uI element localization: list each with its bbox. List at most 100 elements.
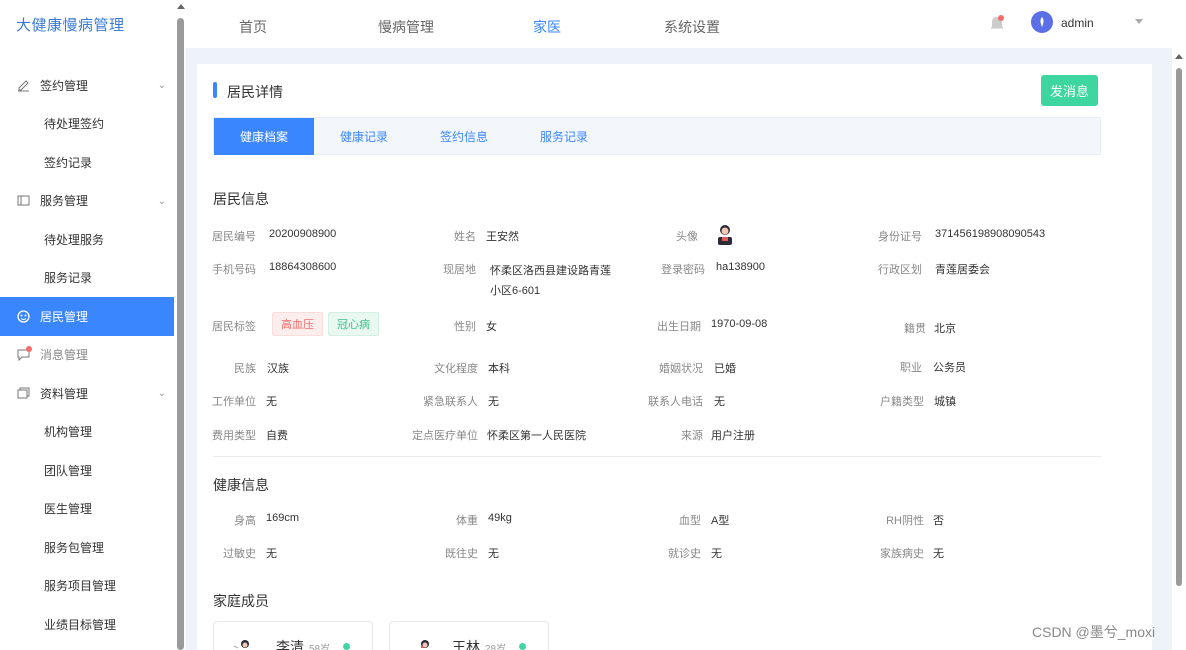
sidebar-scrollbar-thumb[interactable]	[177, 18, 184, 650]
title-accent-bar	[213, 82, 217, 98]
label-allergy: 过敏史	[223, 548, 256, 560]
value-phone: 18864308600	[269, 261, 337, 273]
label-weight: 体重	[456, 515, 478, 527]
member-avatar	[416, 636, 438, 650]
sidebar-item-label: 资料管理	[40, 386, 89, 401]
section-title-family: 家庭成员	[213, 593, 269, 609]
sidebar-item-data-management[interactable]: 资料管理 ⌄	[0, 374, 174, 413]
label-phone: 手机号码	[212, 264, 256, 276]
brand-title: 大健康慢病管理	[16, 17, 125, 34]
sidebar-item-label: 服务包管理	[44, 540, 105, 555]
value-hospital: 怀柔区第一人民医院	[487, 430, 586, 442]
label-edu: 文化程度	[434, 363, 478, 375]
section-title-health: 健康信息	[213, 477, 269, 493]
caret-down-icon[interactable]	[1135, 19, 1143, 24]
username[interactable]: admin	[1061, 16, 1094, 30]
value-household: 城镇	[934, 396, 956, 408]
edit-icon	[16, 78, 30, 92]
value-address-line2: 小区6-601	[490, 285, 541, 297]
resident-icon	[16, 309, 30, 323]
value-marital: 已婚	[714, 363, 736, 375]
family-member-card[interactable]: 李清 58岁	[213, 621, 373, 650]
sidebar-item-service-package[interactable]: 服务包管理	[0, 528, 174, 567]
value-blood: A型	[711, 515, 730, 527]
label-job: 职业	[900, 362, 922, 374]
sidebar-item-sign-management[interactable]: 签约管理 ⌄	[0, 66, 174, 105]
value-name: 王安然	[486, 231, 519, 243]
label-height: 身高	[234, 515, 256, 527]
sidebar-item-label: 待处理签约	[44, 117, 105, 132]
status-dot	[519, 643, 526, 650]
value-native: 北京	[934, 323, 956, 335]
value-idcard: 371456198908090543	[935, 228, 1046, 240]
value-fee: 自费	[266, 430, 288, 442]
chevron-down-icon: ⌄	[157, 388, 166, 400]
sidebar-item-label: 消息管理	[40, 348, 89, 363]
member-avatar	[232, 636, 254, 650]
value-family-history: 无	[933, 548, 944, 560]
scroll-up-icon[interactable]	[177, 4, 185, 9]
section-divider	[213, 456, 1101, 457]
sidebar: 大健康慢病管理 签约管理 ⌄ 待处理签约 签约记录 服务管理 ⌄ 待处理服务 服…	[0, 0, 174, 650]
tab-service-records[interactable]: 服务记录	[514, 118, 614, 155]
label-fee: 费用类型	[212, 430, 256, 442]
resident-avatar-image	[713, 222, 737, 246]
label-emergency: 紧急联系人	[423, 396, 478, 408]
sidebar-item-team[interactable]: 团队管理	[0, 451, 174, 490]
nav-chronic[interactable]: 慢病管理	[378, 17, 434, 37]
avatar[interactable]	[1031, 11, 1053, 33]
label-district: 行政区划	[878, 264, 922, 276]
sidebar-item-label: 待处理服务	[44, 232, 105, 247]
label-address: 现居地	[443, 264, 476, 276]
label-contact-phone: 联系人电话	[648, 396, 703, 408]
label-marital: 婚姻状况	[659, 363, 703, 375]
label-ethnic: 民族	[234, 363, 256, 375]
sidebar-item-message-management[interactable]: 消息管理	[0, 336, 174, 375]
tab-health-archive[interactable]: 健康档案	[214, 118, 314, 155]
sidebar-item-service-management[interactable]: 服务管理 ⌄	[0, 182, 174, 221]
sidebar-item-label: 服务记录	[44, 271, 93, 286]
sidebar-item-service-item[interactable]: 服务项目管理	[0, 567, 174, 606]
label-blood: 血型	[679, 515, 701, 527]
label-work: 工作单位	[212, 396, 256, 408]
sidebar-item-label: 医生管理	[44, 502, 93, 517]
nav-family-doctor[interactable]: 家医	[533, 17, 561, 37]
tab-health-records[interactable]: 健康记录	[314, 118, 414, 155]
value-emergency: 无	[488, 396, 499, 408]
chevron-down-icon: ⌄	[157, 195, 166, 207]
label-hospital: 定点医疗单位	[412, 430, 478, 442]
bell-icon[interactable]	[990, 15, 1004, 31]
nav-settings[interactable]: 系统设置	[664, 17, 720, 37]
sidebar-item-service-records[interactable]: 服务记录	[0, 259, 174, 298]
value-edu: 本科	[488, 363, 510, 375]
member-age: 28岁	[485, 644, 507, 650]
label-password: 登录密码	[661, 264, 705, 276]
label-past: 既往史	[445, 548, 478, 560]
scroll-up-icon[interactable]	[1175, 54, 1183, 59]
value-contact-phone: 无	[714, 396, 725, 408]
page-scrollbar-thumb[interactable]	[1176, 68, 1182, 586]
label-tags: 居民标签	[212, 321, 256, 333]
sidebar-item-pending-sign[interactable]: 待处理签约	[0, 105, 174, 144]
sidebar-item-doctor[interactable]: 医生管理	[0, 490, 174, 529]
sidebar-item-resident-management[interactable]: 居民管理	[0, 297, 174, 336]
sidebar-item-performance[interactable]: 业绩目标管理	[0, 605, 174, 644]
family-member-card[interactable]: 王林 28岁	[389, 621, 549, 650]
sidebar-item-label: 业绩目标管理	[44, 617, 117, 632]
tag-coronary: 冠心病	[328, 312, 379, 336]
tab-sign-info[interactable]: 签约信息	[414, 118, 514, 155]
sidebar-item-institution[interactable]: 机构管理	[0, 413, 174, 452]
value-visit: 无	[711, 548, 722, 560]
section-title-resident: 居民信息	[213, 191, 269, 207]
send-message-button[interactable]: 发消息	[1041, 75, 1098, 106]
sidebar-item-label: 服务项目管理	[44, 579, 117, 594]
value-id: 20200908900	[269, 228, 337, 240]
sidebar-item-sign-records[interactable]: 签约记录	[0, 143, 174, 182]
nav-home[interactable]: 首页	[239, 17, 267, 37]
label-id: 居民编号	[212, 231, 256, 243]
sidebar-item-pending-service[interactable]: 待处理服务	[0, 220, 174, 259]
page-title: 居民详情	[227, 84, 283, 100]
sidebar-item-label: 居民管理	[40, 309, 89, 324]
label-rh: RH阴性	[886, 515, 924, 527]
tag-hypertension: 高血压	[272, 312, 323, 336]
